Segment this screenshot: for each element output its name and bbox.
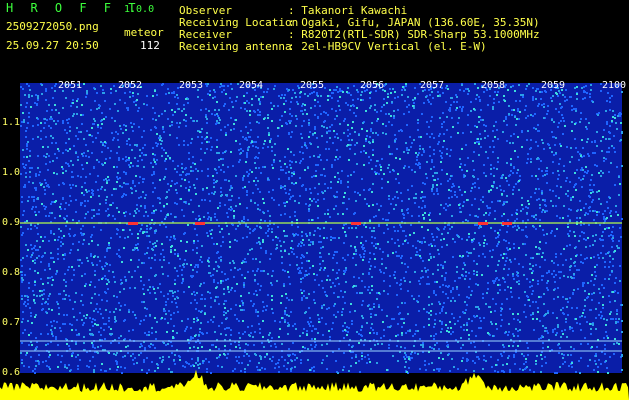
filename: 2509272050.png [6, 20, 99, 33]
meteor-echo-mark [128, 222, 138, 225]
y-tick-label: 1.0 [2, 167, 21, 178]
meteor-echo-mark [351, 222, 361, 225]
y-tick-label: 1.1 [2, 117, 21, 128]
meteor-echo-mark [195, 222, 205, 225]
y-tick-label: 0.7 [2, 317, 21, 328]
y-tick-label: 0.9 [2, 217, 21, 228]
time-tick-label: 2051 [58, 80, 83, 91]
detection-count: 112 [140, 39, 160, 52]
time-tick-label: 2059 [541, 80, 566, 91]
version: 1.0.0 [124, 4, 155, 15]
time-tick-label: 2052 [118, 80, 143, 91]
antenna-value: : 2el-HB9CV Vertical (el. E-W) [288, 40, 487, 53]
time-tick-label: 2057 [420, 80, 445, 91]
meteor-echo-mark [502, 222, 512, 225]
datetime: 25.09.27 20:50 [6, 39, 99, 52]
time-tick-label: 2056 [360, 80, 385, 91]
time-tick-label: 2055 [300, 80, 325, 91]
time-tick-label: 2053 [179, 80, 204, 91]
time-tick-label: 2054 [239, 80, 264, 91]
y-tick-label: 0.8 [2, 267, 21, 278]
time-tick-label: 2058 [481, 80, 506, 91]
antenna-label: Receiving antenna [179, 40, 292, 53]
meteor-echo-mark [478, 222, 488, 225]
type-label: meteor [124, 26, 164, 39]
time-tick-label: 2100 [602, 80, 627, 91]
y-tick-label: 0.6 [2, 367, 21, 378]
logo: H R O F F T [6, 1, 141, 15]
spectrogram [0, 73, 629, 400]
